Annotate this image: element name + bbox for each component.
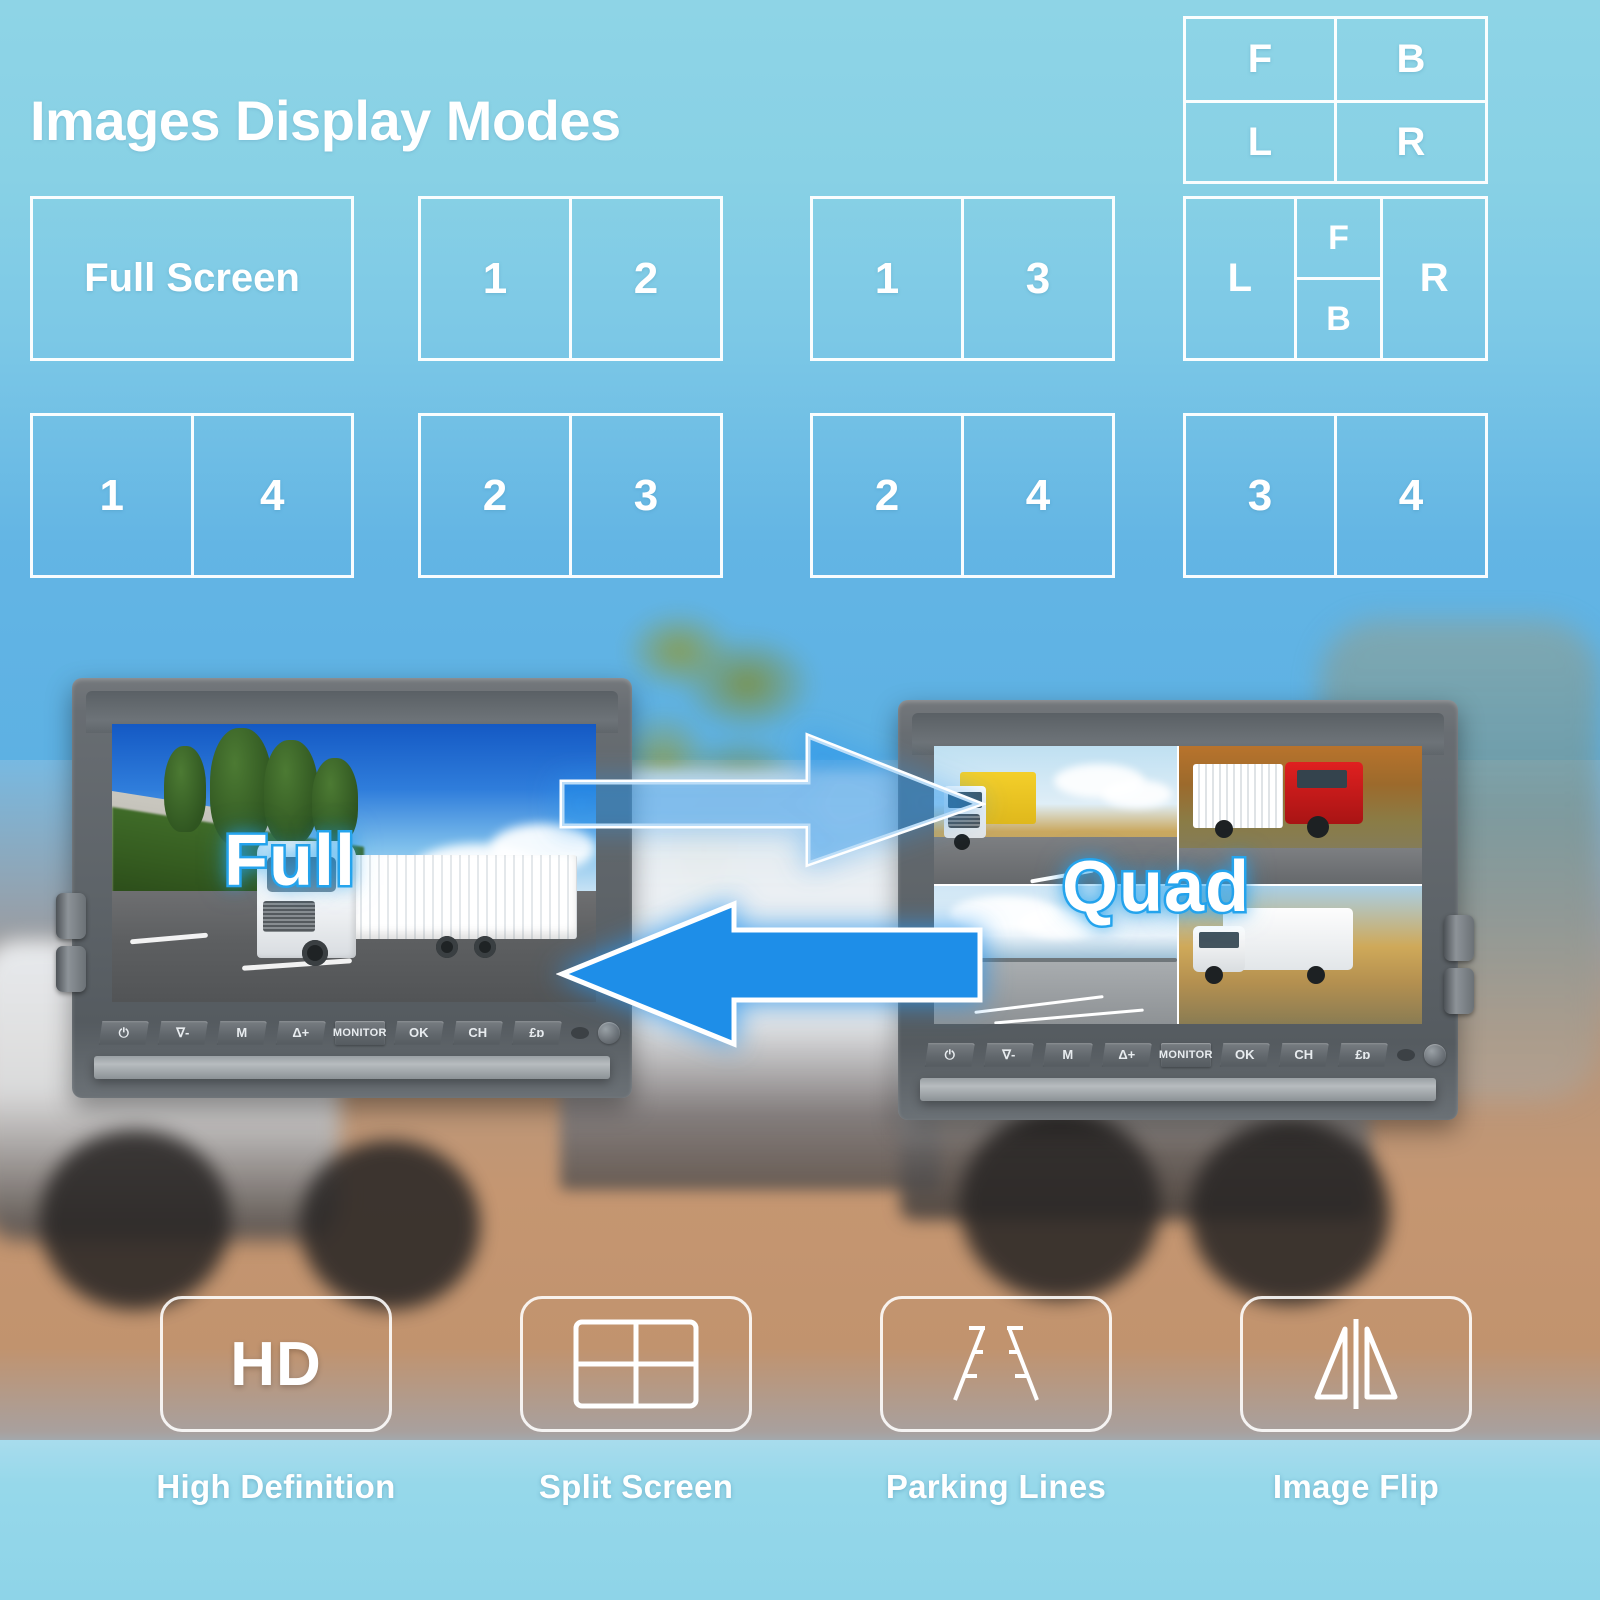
mode-cell-4: 4 <box>190 416 352 575</box>
monitor-mount-knob-top[interactable] <box>1444 915 1474 961</box>
mode-cell-2: 2 <box>569 199 720 358</box>
mode-split-3-4[interactable]: 3 4 <box>1183 413 1488 578</box>
mode-cell-back: B <box>1334 19 1485 100</box>
mode-cell-right: R <box>1419 256 1449 300</box>
feed-truck-wheel-2 <box>436 935 459 958</box>
feed-rv-windshield <box>1199 932 1239 948</box>
mode-cell-3: 3 <box>569 416 720 575</box>
mode-quad-fblr[interactable]: F B L R <box>1183 16 1488 184</box>
feature-card-high-definition[interactable]: HD <box>160 1296 392 1432</box>
grid-row-bottom: L R <box>1186 100 1485 181</box>
mode-pip-lfbr[interactable]: L F B R <box>1183 196 1488 361</box>
feature-label-split-screen: Split Screen <box>538 1468 734 1505</box>
light-sensor-icon <box>1423 1043 1446 1066</box>
monitor-left-screen[interactable]: Full <box>112 724 596 1002</box>
feature-card-parking-lines[interactable] <box>880 1296 1112 1432</box>
mode-split-2-3[interactable]: 2 3 <box>418 413 723 578</box>
product-infographic: Images Display Modes Full Screen 1 2 1 3… <box>0 0 1600 1600</box>
feed-trailer <box>1193 764 1283 828</box>
mode-cell-right: R <box>1334 103 1485 181</box>
mode-cell-3: 3 <box>961 199 1112 358</box>
mode-cell-4: 4 <box>1334 416 1485 575</box>
mode-split-1-3[interactable]: 1 3 <box>810 196 1115 361</box>
mode-cell-front: F <box>1247 37 1273 81</box>
mode-cell-2: 2 <box>482 470 508 520</box>
feed-truck-wheel-1 <box>301 939 328 966</box>
mode-cell-4: 4 <box>961 416 1112 575</box>
monitor-button[interactable]: MONITOR <box>333 1021 386 1045</box>
monitor-right-base <box>920 1078 1436 1102</box>
mode-cell-1: 1 <box>99 470 124 520</box>
mode-cell-left: L <box>1227 256 1253 300</box>
mode-split-1-4[interactable]: 1 4 <box>30 413 354 578</box>
ir-receiver-icon <box>1396 1048 1415 1061</box>
blurred-wheel-1 <box>40 1130 230 1310</box>
feature-card-image-flip[interactable] <box>1240 1296 1472 1432</box>
mute-button[interactable]: £ɒ <box>511 1021 562 1045</box>
feed-rv-wheel-1 <box>1205 966 1223 984</box>
menu-button[interactable]: M <box>1042 1043 1093 1067</box>
ok-button[interactable]: OK <box>1219 1043 1270 1067</box>
mode-cell-label: Full Screen <box>84 256 300 300</box>
mode-cell-3: 3 <box>1247 470 1273 520</box>
feature-label-parking-lines: Parking Lines <box>885 1468 1107 1505</box>
mode-split-2-4[interactable]: 2 4 <box>810 413 1115 578</box>
feature-label-high-definition: High Definition <box>156 1468 396 1505</box>
ok-button[interactable]: OK <box>393 1021 444 1045</box>
feed-rv-wheel-2 <box>1307 966 1325 984</box>
arrow-left-icon <box>556 900 986 1050</box>
feed-tree-1 <box>164 746 206 832</box>
mirror-flip-icon <box>1301 1315 1411 1413</box>
mode-full-screen[interactable]: Full Screen <box>30 196 354 361</box>
feed-wheel-2 <box>1307 816 1329 838</box>
monitor-left-full[interactable]: Full ⏻ ∇- M Δ+ MONITOR OK CH £ɒ <box>56 678 632 1098</box>
parking-lines-icon <box>921 1318 1071 1410</box>
blurred-wheel-3 <box>960 1110 1160 1300</box>
channel-button[interactable]: CH <box>452 1021 503 1045</box>
monitor-mount-knob-bottom[interactable] <box>1444 968 1474 1014</box>
feed-red-cab-window <box>1297 770 1347 788</box>
feed-wheel-1 <box>1215 820 1233 838</box>
blurred-wheel-4 <box>1190 1120 1390 1305</box>
bottom-label-band <box>0 1440 1600 1600</box>
menu-button[interactable]: M <box>216 1021 267 1045</box>
volume-up-button[interactable]: Δ+ <box>1101 1043 1152 1067</box>
feed-truck-trailer <box>353 854 577 939</box>
hd-text-icon: HD <box>230 1329 322 1399</box>
feed-cloud-2 <box>1102 780 1172 808</box>
monitor-mount-knob-top[interactable] <box>56 893 86 939</box>
channel-button[interactable]: CH <box>1278 1043 1329 1067</box>
monitor-left-button-bar: ⏻ ∇- M Δ+ MONITOR OK CH £ɒ <box>89 1014 620 1052</box>
page-title: Images Display Modes <box>30 89 621 152</box>
monitor-mount-knob-bottom[interactable] <box>56 946 86 992</box>
monitor-left-base <box>94 1056 610 1080</box>
mute-button[interactable]: £ɒ <box>1337 1043 1388 1067</box>
power-button[interactable]: ⏻ <box>98 1021 149 1045</box>
screen-mode-word-quad: Quad <box>1059 845 1251 930</box>
feature-label-image-flip: Image Flip <box>1272 1468 1440 1505</box>
mode-cell-1: 1 <box>482 253 508 303</box>
blurred-wheel-2 <box>300 1140 480 1310</box>
feed-truck-wheel-3 <box>474 935 497 958</box>
screen-mode-word-full: Full <box>222 819 358 904</box>
grid-row-top: F B <box>1186 19 1485 100</box>
volume-down-button[interactable]: ∇- <box>983 1043 1034 1067</box>
volume-down-button[interactable]: ∇- <box>157 1021 208 1045</box>
feed-truck-grille <box>263 901 315 932</box>
quad-grid-icon <box>572 1318 700 1410</box>
mode-cell-front: F <box>1328 218 1349 257</box>
mode-cell-1: 1 <box>874 253 900 303</box>
mode-col-center: F B <box>1293 199 1384 358</box>
feature-card-split-screen[interactable] <box>520 1296 752 1432</box>
mode-cell-2: 2 <box>874 470 900 520</box>
monitor-right-button-bar: ⏻ ∇- M Δ+ MONITOR OK CH £ɒ <box>915 1036 1446 1074</box>
monitor-right-screen[interactable]: Quad <box>934 746 1422 1024</box>
mode-cell-left: L <box>1247 119 1273 164</box>
volume-up-button[interactable]: Δ+ <box>275 1021 326 1045</box>
mode-cell-back: B <box>1296 277 1381 358</box>
mode-split-1-2[interactable]: 1 2 <box>418 196 723 361</box>
arrow-right-icon <box>556 730 986 870</box>
monitor-button[interactable]: MONITOR <box>1159 1043 1212 1067</box>
